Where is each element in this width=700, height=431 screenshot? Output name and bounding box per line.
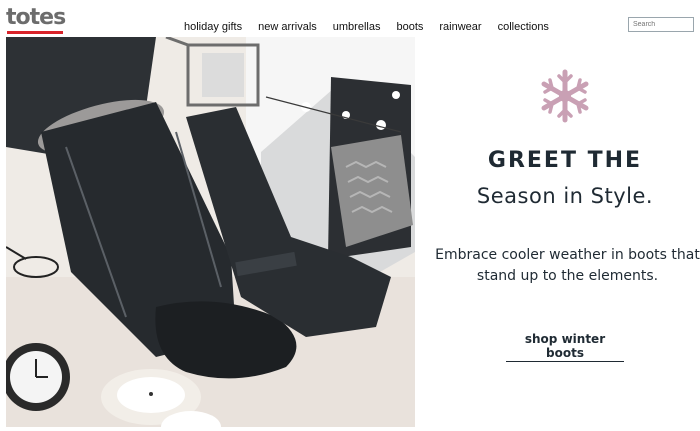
hero-subhead: Season in Style.: [476, 184, 654, 208]
snowflake-icon: [541, 69, 589, 123]
search-input[interactable]: [628, 17, 694, 32]
totes-logo[interactable]: totes: [6, 5, 66, 30]
logo-underline: [7, 31, 63, 34]
nav-umbrellas[interactable]: umbrellas: [333, 21, 381, 33]
hero-copy: GREET THE Season in Style. Embrace coole…: [420, 37, 700, 431]
nav-collections[interactable]: collections: [498, 21, 549, 33]
shop-winter-boots-link[interactable]: shop winter boots: [506, 332, 624, 362]
hero-image: [6, 37, 415, 427]
nav-new-arrivals[interactable]: new arrivals: [258, 21, 317, 33]
hero-headline: GREET THE: [487, 148, 643, 173]
nav-boots[interactable]: boots: [396, 21, 423, 33]
nav-rainwear[interactable]: rainwear: [439, 21, 481, 33]
site-header: totes holiday gifts new arrivals umbrell…: [0, 0, 700, 40]
hero-body-text: Embrace cooler weather in boots that sta…: [435, 247, 700, 284]
main-nav: holiday gifts new arrivals umbrellas boo…: [184, 21, 565, 33]
nav-holiday-gifts[interactable]: holiday gifts: [184, 21, 242, 33]
boots-photo: [6, 37, 415, 427]
